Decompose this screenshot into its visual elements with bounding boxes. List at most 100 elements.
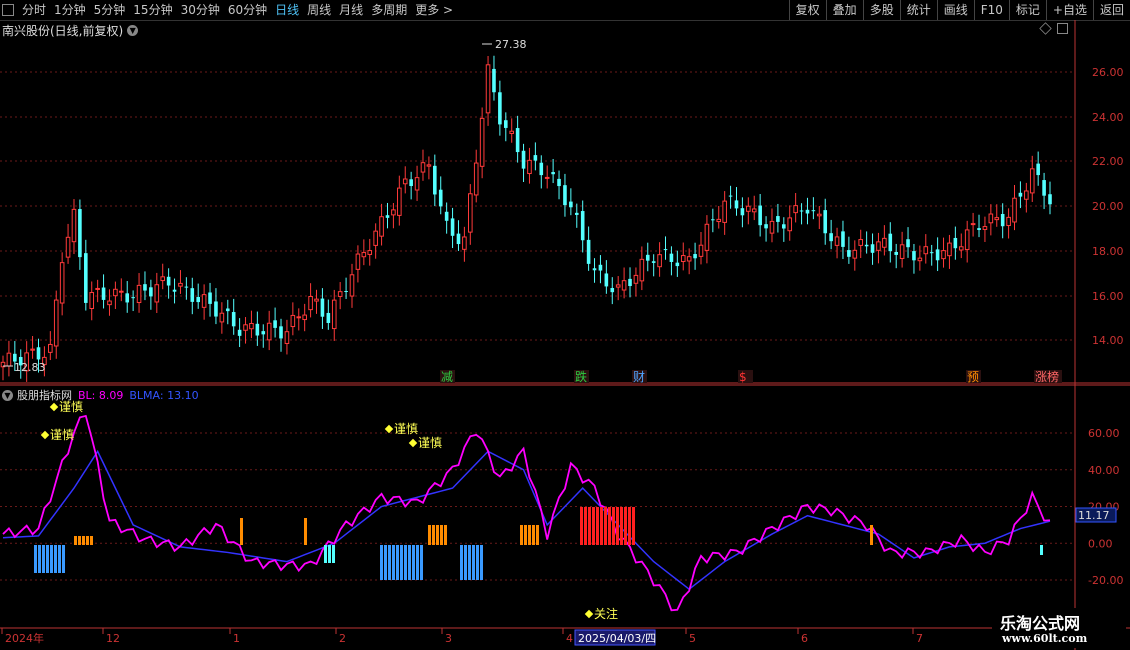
orange-bar bbox=[870, 525, 873, 545]
candle-body bbox=[402, 178, 408, 185]
candle-body bbox=[870, 244, 875, 253]
candle-body bbox=[964, 229, 970, 251]
candle-body bbox=[149, 287, 153, 297]
candle-body bbox=[337, 291, 343, 297]
candle-body bbox=[769, 220, 775, 234]
event-tag[interactable]: 涨榜 bbox=[1034, 369, 1062, 384]
candle-body bbox=[834, 236, 840, 246]
candle-body bbox=[823, 210, 828, 234]
candle-body bbox=[876, 241, 881, 251]
candle-body bbox=[208, 292, 212, 304]
annotation-marker bbox=[584, 609, 594, 619]
candle-body bbox=[515, 128, 520, 153]
candle-body bbox=[669, 253, 674, 262]
candle-body bbox=[580, 211, 585, 241]
event-tag[interactable]: 减 bbox=[440, 370, 455, 384]
candle-body bbox=[36, 347, 41, 360]
event-tag[interactable]: 财 bbox=[632, 370, 647, 384]
candle-body bbox=[888, 233, 893, 252]
y-tick-label: 24.00 bbox=[1092, 111, 1124, 124]
candle-body bbox=[344, 291, 348, 293]
x-axis-label: 2 bbox=[339, 632, 346, 645]
orange-bar bbox=[82, 536, 85, 545]
event-tag[interactable]: 预 bbox=[966, 370, 981, 384]
event-tag-text: $ bbox=[739, 370, 747, 384]
event-tag[interactable]: $ bbox=[738, 370, 753, 384]
candle-body bbox=[852, 249, 858, 259]
blue-bar bbox=[464, 545, 467, 580]
x-axis-label: 3 bbox=[445, 632, 452, 645]
candle-body bbox=[645, 254, 650, 261]
candle-body bbox=[551, 172, 555, 175]
candle-body bbox=[787, 217, 793, 232]
stock-chart[interactable]: 26.0024.0022.0020.0018.0016.0014.0027.38… bbox=[0, 0, 1130, 650]
candle-body bbox=[639, 258, 645, 282]
candle-body bbox=[136, 284, 142, 304]
candle-body bbox=[533, 155, 538, 161]
cyan-bar bbox=[328, 545, 331, 563]
candle-body bbox=[1029, 168, 1035, 194]
candle-body bbox=[84, 253, 88, 303]
candle-body bbox=[178, 282, 183, 287]
red-bar bbox=[612, 507, 615, 545]
blue-bar bbox=[54, 545, 57, 573]
candle-body bbox=[214, 301, 218, 317]
candle-body bbox=[420, 162, 426, 173]
blue-bar bbox=[380, 545, 383, 580]
annotation-text: 关注 bbox=[594, 606, 618, 621]
red-bar bbox=[580, 507, 583, 545]
candle-body bbox=[225, 308, 230, 312]
candle-body bbox=[509, 130, 515, 134]
candle-body bbox=[462, 236, 467, 250]
candle-body bbox=[894, 251, 899, 255]
candle-body bbox=[237, 329, 242, 336]
candle-body bbox=[59, 262, 65, 304]
orange-bar bbox=[428, 525, 431, 545]
candle-body bbox=[1018, 192, 1023, 197]
candle-body bbox=[296, 316, 302, 319]
candle-body bbox=[479, 117, 485, 167]
red-bar bbox=[616, 507, 619, 545]
red-bar bbox=[600, 507, 603, 545]
candle-body bbox=[172, 289, 177, 292]
x-axis-label: 6 bbox=[801, 632, 808, 645]
candle-body bbox=[586, 239, 591, 264]
candle-body bbox=[1042, 180, 1046, 196]
candle-body bbox=[409, 179, 413, 187]
candle-body bbox=[947, 242, 952, 257]
event-tag[interactable]: 跌 bbox=[574, 369, 589, 384]
candle-body bbox=[563, 185, 567, 206]
candle-body bbox=[841, 231, 845, 247]
candle-body bbox=[154, 284, 160, 303]
candle-body bbox=[958, 246, 964, 251]
candle-body bbox=[331, 299, 337, 330]
candle-body bbox=[125, 293, 130, 303]
candle-body bbox=[1006, 216, 1011, 227]
watermark-logo: 乐淘公式网 www.60lt.com bbox=[992, 608, 1126, 648]
candle-body bbox=[686, 256, 692, 262]
candle-body bbox=[397, 187, 402, 216]
blma-line bbox=[2, 449, 1051, 591]
candle-body bbox=[935, 249, 940, 261]
candle-body bbox=[302, 314, 307, 321]
blue-bar bbox=[400, 545, 403, 580]
orange-bar bbox=[440, 525, 443, 545]
candle-body bbox=[758, 205, 762, 226]
orange-bar bbox=[432, 525, 435, 545]
candle-body bbox=[782, 224, 786, 229]
candle-body bbox=[722, 200, 727, 223]
blue-bar bbox=[384, 545, 387, 580]
x-axis-label: 12 bbox=[106, 632, 120, 645]
candle-body bbox=[131, 297, 135, 299]
candle-body bbox=[829, 233, 833, 242]
candle-body bbox=[385, 215, 390, 218]
candle-body bbox=[284, 331, 290, 344]
candle-body bbox=[917, 257, 923, 262]
candlesticks bbox=[0, 55, 1052, 382]
candle-body bbox=[391, 209, 396, 216]
candle-body bbox=[657, 254, 662, 268]
candle-body bbox=[53, 299, 59, 347]
candle-body bbox=[95, 287, 100, 290]
candle-body bbox=[994, 217, 1000, 221]
candle-body bbox=[65, 236, 71, 258]
